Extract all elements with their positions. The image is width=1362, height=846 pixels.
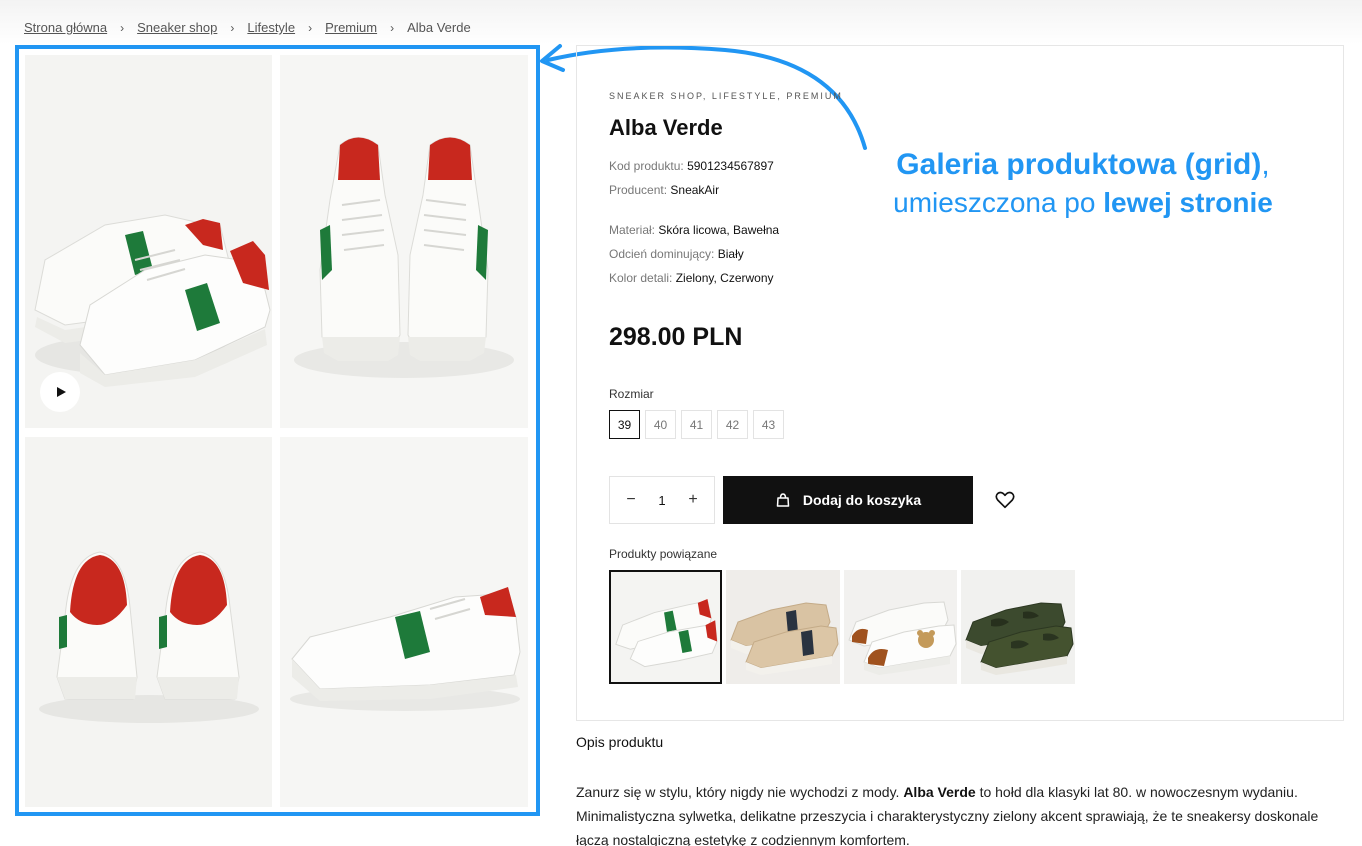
- breadcrumb-separator: ›: [230, 20, 235, 35]
- size-option-39[interactable]: 39: [609, 410, 640, 439]
- breadcrumb-separator: ›: [308, 20, 313, 35]
- gallery-highlight-frame: [15, 45, 540, 816]
- related-product-camo[interactable]: [961, 570, 1075, 684]
- qty-value[interactable]: 1: [658, 493, 665, 508]
- attr-label: Producent:: [609, 183, 668, 197]
- size-option-42[interactable]: 42: [717, 410, 748, 439]
- quantity-stepper: − 1 +: [609, 476, 715, 524]
- description-text: Zanurz się w stylu, który nigdy nie wych…: [576, 780, 1346, 846]
- add-to-cart-button[interactable]: Dodaj do koszyka: [723, 476, 973, 524]
- related-product-alba-verde[interactable]: [609, 570, 722, 684]
- size-label: Rozmiar: [609, 387, 654, 401]
- description-title: Opis produktu: [576, 734, 664, 750]
- size-selector: 39 40 41 42 43: [609, 410, 789, 439]
- add-to-cart-label: Dodaj do koszyka: [802, 492, 922, 508]
- size-option-41[interactable]: 41: [681, 410, 712, 439]
- bag-icon: [776, 493, 790, 507]
- product-price: 298.00 PLN: [609, 323, 743, 351]
- attr-value: 5901234567897: [687, 159, 774, 173]
- breadcrumb-separator: ›: [120, 20, 125, 35]
- qty-increase-button[interactable]: +: [686, 491, 700, 509]
- description-part: Zanurz się w stylu, który nigdy nie wych…: [576, 784, 904, 800]
- size-option-43[interactable]: 43: [753, 410, 784, 439]
- heart-icon[interactable]: [994, 489, 1016, 511]
- breadcrumb-premium[interactable]: Premium: [325, 20, 377, 35]
- attr-value: Zielony, Czerwony: [675, 271, 774, 285]
- product-title: Alba Verde: [609, 115, 723, 140]
- attr-value: SneakAir: [670, 183, 720, 197]
- attr-detail-color: Kolor detali: Zielony, Czerwony: [609, 271, 774, 285]
- size-option-40[interactable]: 40: [645, 410, 676, 439]
- attr-label: Kolor detali:: [609, 271, 673, 285]
- related-products-label: Produkty powiązane: [609, 547, 718, 561]
- related-product-beige[interactable]: [726, 570, 840, 684]
- breadcrumb-sneaker-shop[interactable]: Sneaker shop: [137, 20, 217, 35]
- breadcrumb-lifestyle[interactable]: Lifestyle: [247, 20, 295, 35]
- attr-label: Odcień dominujący:: [609, 247, 715, 261]
- attr-product-code: Kod produktu: 5901234567897: [609, 159, 774, 173]
- attr-label: Materiał:: [609, 223, 656, 237]
- attr-value: Biały: [717, 247, 744, 261]
- attr-material: Materiał: Skóra licowa, Bawełna: [609, 223, 779, 237]
- related-product-bear-patch[interactable]: [844, 570, 957, 684]
- attr-producer: Producent: SneakAir: [609, 183, 719, 197]
- description-product-name: Alba Verde: [903, 784, 976, 800]
- attr-value: Skóra licowa, Bawełna: [658, 223, 780, 237]
- breadcrumb-separator: ›: [390, 20, 395, 35]
- attr-label: Kod produktu:: [609, 159, 684, 173]
- breadcrumb-current: Alba Verde: [407, 20, 471, 35]
- attr-dominant-shade: Odcień dominujący: Biały: [609, 247, 744, 261]
- breadcrumb: Strona główna › Sneaker shop › Lifestyle…: [24, 20, 471, 35]
- qty-decrease-button[interactable]: −: [624, 491, 638, 509]
- breadcrumb-home[interactable]: Strona główna: [24, 20, 107, 35]
- product-category: SNEAKER SHOP, LIFESTYLE, PREMIUM: [609, 91, 843, 101]
